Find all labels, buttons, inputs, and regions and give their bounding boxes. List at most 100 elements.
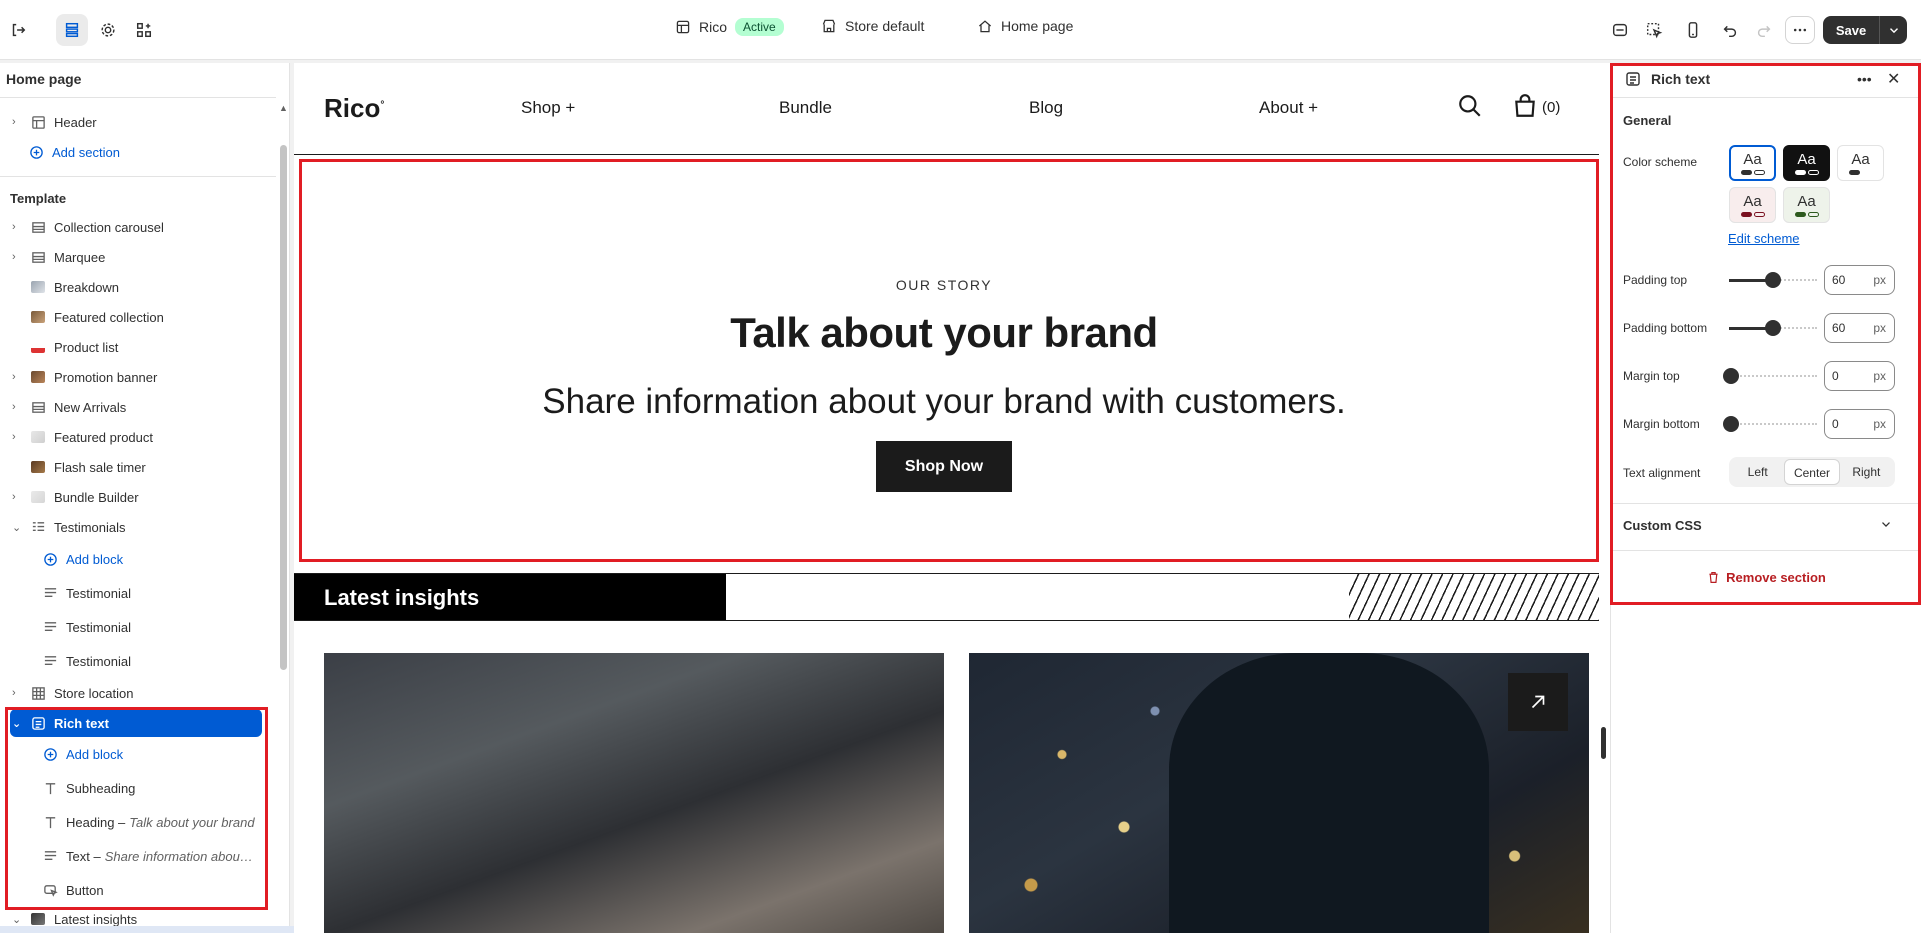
- store-header: Rico° Shop + Bundle Blog About + (0): [294, 63, 1599, 155]
- theme-name: Rico: [699, 19, 728, 35]
- chevron-right-icon[interactable]: ›: [12, 251, 24, 263]
- save-menu-chevron-icon[interactable]: [1880, 23, 1907, 37]
- block-item-subheading[interactable]: Subheading: [0, 774, 270, 802]
- unit-label: px: [1873, 369, 1886, 383]
- align-center-option[interactable]: Center: [1784, 459, 1840, 485]
- block-item-testimonial[interactable]: Testimonial: [0, 579, 270, 607]
- nav-blog[interactable]: Blog: [1029, 98, 1063, 118]
- blog-card-image[interactable]: [969, 653, 1589, 933]
- color-scheme-swatch[interactable]: Aa: [1783, 145, 1830, 181]
- sidebar-item-flash-sale-timer[interactable]: Flash sale timer: [0, 453, 270, 481]
- sidebar-item-label: Header: [54, 114, 97, 130]
- nav-shop[interactable]: Shop +: [521, 98, 575, 118]
- block-item-button[interactable]: Button: [0, 876, 270, 904]
- mobile-preview-icon[interactable]: [1681, 18, 1705, 42]
- sidebar-item-store-location[interactable]: › Store location: [0, 679, 270, 707]
- chevron-down-icon[interactable]: [1879, 517, 1893, 534]
- sidebar-item-bundle-builder[interactable]: › Bundle Builder: [0, 483, 270, 511]
- margin-top-slider-handle[interactable]: [1723, 368, 1739, 384]
- sidebar-scrollbar[interactable]: [280, 145, 287, 670]
- scroll-thumb[interactable]: [1601, 727, 1606, 759]
- nav-bundle[interactable]: Bundle: [779, 98, 832, 118]
- padding-top-slider-handle[interactable]: [1765, 272, 1781, 288]
- chevron-right-icon[interactable]: ›: [12, 687, 24, 699]
- sections-icon[interactable]: [56, 14, 88, 46]
- rich-text-section[interactable]: [299, 159, 1599, 562]
- padding-bottom-slider-handle[interactable]: [1765, 320, 1781, 336]
- color-scheme-swatch[interactable]: Aa: [1783, 187, 1830, 223]
- margin-bottom-input[interactable]: 0 px: [1824, 409, 1895, 439]
- inspector-icon[interactable]: [1608, 18, 1632, 42]
- preview-scrollbar[interactable]: [1599, 63, 1610, 933]
- chevron-right-icon[interactable]: ›: [12, 401, 24, 413]
- align-left-option[interactable]: Left: [1731, 459, 1784, 485]
- add-block-button[interactable]: Add block: [0, 740, 270, 768]
- align-right-option[interactable]: Right: [1840, 459, 1893, 485]
- sidebar-item-new-arrivals[interactable]: › New Arrivals: [0, 393, 270, 421]
- add-section-button[interactable]: Add section: [0, 138, 270, 166]
- sidebar-item-rich-text[interactable]: ⌄ Rich text: [10, 709, 262, 737]
- divider: [0, 176, 276, 177]
- color-scheme-swatch[interactable]: Aa: [1729, 145, 1776, 181]
- block-item-testimonial[interactable]: Testimonial: [0, 647, 270, 675]
- chevron-right-icon[interactable]: ›: [12, 221, 24, 233]
- apps-icon[interactable]: [132, 18, 156, 42]
- padding-bottom-input[interactable]: 60 px: [1824, 313, 1895, 343]
- undo-icon[interactable]: [1718, 18, 1742, 42]
- add-block-button[interactable]: Add block: [0, 545, 270, 573]
- sidebar-item-featured-product[interactable]: › Featured product: [0, 423, 270, 451]
- margin-bottom-slider-handle[interactable]: [1723, 416, 1739, 432]
- select-element-icon[interactable]: [1642, 18, 1666, 42]
- ellipsis-icon[interactable]: •••: [1857, 71, 1872, 87]
- save-button[interactable]: Save: [1823, 16, 1907, 44]
- sidebar-item-header[interactable]: › Header: [0, 108, 270, 136]
- block-item-heading[interactable]: Heading – Talk about your brand: [0, 808, 270, 836]
- chevron-right-icon[interactable]: ›: [12, 491, 24, 503]
- divider: [1611, 503, 1921, 504]
- sidebar-item-marquee[interactable]: › Marquee: [0, 243, 270, 271]
- exit-icon[interactable]: [6, 18, 30, 42]
- margin-top-value: 0: [1832, 369, 1839, 383]
- shop-now-button[interactable]: Shop Now: [876, 441, 1012, 492]
- page-selector[interactable]: Home page: [977, 18, 1073, 34]
- edit-scheme-link[interactable]: Edit scheme: [1728, 231, 1800, 246]
- sidebar-item-collection-carousel[interactable]: › Collection carousel: [0, 213, 270, 241]
- nav-about[interactable]: About +: [1259, 98, 1318, 118]
- unit-label: px: [1873, 417, 1886, 431]
- sidebar-item-promotion-banner[interactable]: › Promotion banner: [0, 363, 270, 391]
- chevron-down-icon[interactable]: ⌄: [12, 913, 24, 926]
- cart-bag-icon[interactable]: [1512, 93, 1538, 122]
- store-logo[interactable]: Rico°: [324, 93, 384, 124]
- padding-top-input[interactable]: 60 px: [1824, 265, 1895, 295]
- arrow-up-right-icon[interactable]: [1508, 673, 1568, 731]
- color-scheme-swatch[interactable]: Aa: [1837, 145, 1884, 181]
- scroll-up-arrow-icon[interactable]: ▲: [279, 103, 288, 113]
- block-item-text[interactable]: Text – Share information about ...: [0, 842, 270, 870]
- theme-selector[interactable]: Rico Active: [675, 18, 784, 36]
- image-thumbnail-icon: [30, 489, 46, 505]
- sidebar-item-product-list[interactable]: Product list: [0, 333, 270, 361]
- remove-section-button[interactable]: Remove section: [1611, 570, 1921, 585]
- settings-gear-icon[interactable]: [96, 18, 120, 42]
- chevron-down-icon[interactable]: ⌄: [12, 717, 24, 730]
- redo-icon[interactable]: [1752, 18, 1776, 42]
- chevron-right-icon[interactable]: ›: [12, 431, 24, 443]
- chevron-right-icon[interactable]: ›: [12, 371, 24, 383]
- custom-css-toggle[interactable]: Custom CSS: [1623, 518, 1702, 533]
- chevron-right-icon[interactable]: ›: [12, 116, 24, 128]
- store-selector[interactable]: Store default: [821, 18, 924, 34]
- search-icon[interactable]: [1457, 93, 1483, 122]
- close-icon[interactable]: ✕: [1887, 69, 1900, 89]
- margin-top-slider-track[interactable]: [1729, 375, 1817, 378]
- margin-top-input[interactable]: 0 px: [1824, 361, 1895, 391]
- chevron-down-icon[interactable]: ⌄: [12, 521, 24, 534]
- sidebar-item-breakdown[interactable]: Breakdown: [0, 273, 270, 301]
- more-actions-button[interactable]: [1785, 16, 1815, 44]
- sidebar-item-testimonials[interactable]: ⌄ Testimonials: [0, 513, 270, 541]
- margin-bottom-slider-track[interactable]: [1729, 423, 1817, 426]
- block-item-testimonial[interactable]: Testimonial: [0, 613, 270, 641]
- blog-card-image[interactable]: [324, 653, 944, 933]
- color-scheme-swatch[interactable]: Aa: [1729, 187, 1776, 223]
- sidebar-item-featured-collection[interactable]: Featured collection: [0, 303, 270, 331]
- cart-count[interactable]: (0): [1542, 99, 1560, 116]
